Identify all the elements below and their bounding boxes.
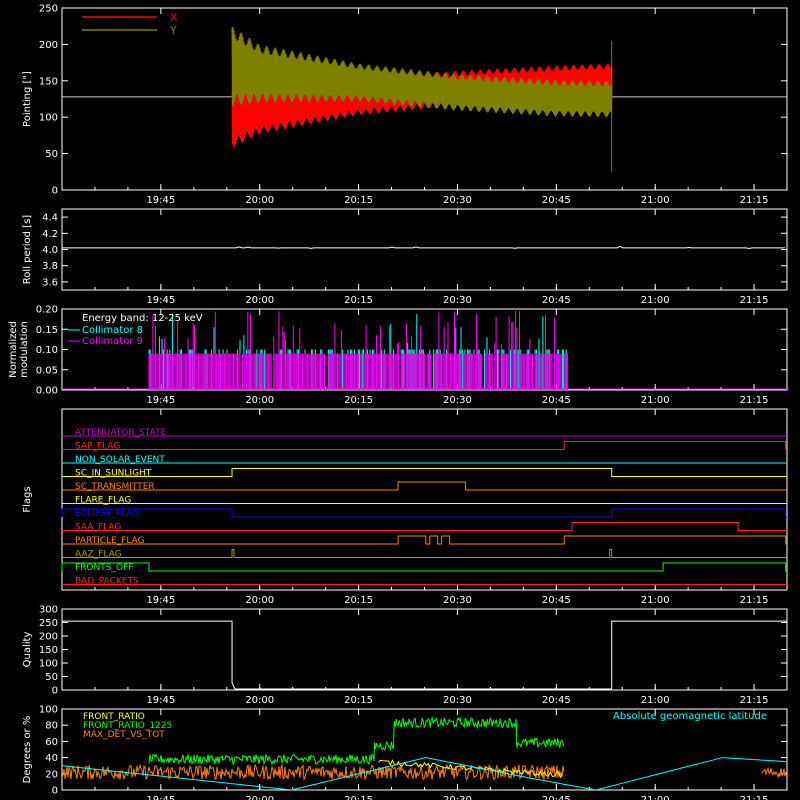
flag-label: SAA_FLAG — [75, 523, 121, 533]
flag-label: AAZ_FLAG — [75, 550, 122, 560]
x-tick-label: 19:45 — [146, 395, 175, 406]
y-axis-label: Pointing ["] — [22, 71, 33, 127]
y-tick-label: 0.05 — [36, 365, 58, 376]
energy-band-label: Energy band: 12-25 keV — [82, 313, 203, 324]
y-tick-label: 0.20 — [36, 305, 58, 316]
x-tick-label: 20:00 — [245, 795, 274, 800]
x-tick-label: 20:45 — [542, 695, 571, 706]
flag-label: SC_IN_SUNLIGHT — [75, 469, 152, 479]
flag-label: FRONTS_OFF — [75, 563, 133, 573]
y-tick-label: 4.0 — [42, 245, 58, 256]
y-tick-label: 50 — [45, 149, 58, 160]
y-axis-label: Normalized — [8, 321, 19, 378]
y-tick-label: 250 — [39, 4, 58, 15]
y-tick-label: 100 — [39, 113, 58, 124]
x-tick-label: 20:45 — [542, 595, 571, 606]
flag-label: FLARE_FLAG — [75, 496, 131, 506]
y-tick-label: 60 — [45, 737, 58, 748]
x-tick-label: 20:30 — [443, 695, 472, 706]
figure-background — [0, 0, 800, 800]
legend-label: X — [170, 11, 178, 24]
x-tick-label: 20:45 — [542, 295, 571, 306]
legend-label: Y — [169, 24, 177, 37]
y-tick-label: 300 — [39, 605, 58, 616]
y-tick-label: 250 — [39, 618, 58, 629]
x-tick-label: 20:45 — [542, 395, 571, 406]
latitude-annotation: Absolute geomagnetic latitude — [613, 711, 767, 722]
flag-label: SAP_FLAG — [75, 442, 120, 452]
x-tick-label: 20:00 — [245, 195, 274, 206]
y-axis-label: Quality — [22, 632, 33, 668]
x-tick-label: 20:30 — [443, 395, 472, 406]
x-tick-label: 21:15 — [740, 695, 769, 706]
x-tick-label: 19:45 — [146, 795, 175, 800]
x-tick-label: 19:45 — [146, 595, 175, 606]
legend-label: Collimator 8 — [82, 325, 143, 336]
legend-label: MAX_DET_VS_TOT — [83, 730, 165, 740]
legend-label: Collimator 9 — [82, 336, 143, 347]
y-tick-label: 4.2 — [42, 229, 58, 240]
y-tick-label: 200 — [39, 40, 58, 51]
y-tick-label: 20 — [45, 769, 58, 780]
x-tick-label: 21:00 — [641, 395, 670, 406]
y-tick-label: 150 — [39, 645, 58, 656]
x-tick-label: 19:45 — [146, 695, 175, 706]
x-tick-label: 20:30 — [443, 295, 472, 306]
y-tick-label: 3.6 — [42, 277, 58, 288]
y-tick-label: 0.00 — [36, 386, 58, 397]
x-tick-label: 21:15 — [740, 795, 769, 800]
y-tick-label: 3.8 — [42, 261, 58, 272]
y-tick-label: 40 — [45, 753, 58, 764]
x-tick-label: 21:00 — [641, 195, 670, 206]
flag-label: NON_SOLAR_EVENT — [75, 455, 165, 465]
x-tick-label: 21:15 — [740, 595, 769, 606]
y-axis-label: Degrees or % — [22, 716, 33, 784]
x-tick-label: 21:15 — [740, 295, 769, 306]
x-tick-label: 20:15 — [344, 595, 373, 606]
y-tick-label: 100 — [39, 705, 58, 716]
x-tick-label: 20:30 — [443, 195, 472, 206]
x-tick-label: 20:45 — [542, 795, 571, 800]
x-tick-label: 19:45 — [146, 295, 175, 306]
flag-label: BAD_PACKETS — [75, 577, 139, 587]
x-tick-label: 19:45 — [146, 195, 175, 206]
figure: 19:45 20:00 20:15 20:30 20:45 21:00 21:15 0 50 10… — [0, 0, 800, 800]
x-tick-label: 20:15 — [344, 795, 373, 800]
y-tick-label: 0 — [52, 686, 58, 697]
y-tick-label: 80 — [45, 721, 58, 732]
y-axis-label: modulation — [19, 321, 30, 378]
x-tick-label: 20:00 — [245, 395, 274, 406]
y-tick-label: 100 — [39, 659, 58, 670]
x-tick-label: 20:00 — [245, 595, 274, 606]
x-tick-label: 20:15 — [344, 195, 373, 206]
flag-label: SC_TRANSMITTER — [75, 482, 155, 492]
x-tick-label: 20:00 — [245, 295, 274, 306]
x-tick-label: 21:00 — [641, 795, 670, 800]
flag-label: PARTICLE_FLAG — [75, 536, 145, 546]
x-tick-label: 21:00 — [641, 695, 670, 706]
y-tick-label: 0 — [52, 186, 58, 197]
x-tick-label: 20:45 — [542, 195, 571, 206]
x-tick-label: 21:15 — [740, 395, 769, 406]
y-tick-label: 0.15 — [36, 325, 58, 336]
x-tick-label: 20:15 — [344, 695, 373, 706]
x-tick-label: 20:30 — [443, 795, 472, 800]
y-tick-label: 50 — [45, 672, 58, 683]
y-axis-label: Roll period [s] — [22, 215, 33, 284]
y-axis-label: Flags — [22, 486, 33, 512]
y-tick-label: 200 — [39, 632, 58, 643]
y-tick-label: 0.10 — [36, 345, 58, 356]
flag-label: ECLIPSE_FLAG — [75, 509, 139, 519]
y-tick-label: 4.4 — [42, 213, 58, 224]
x-tick-label: 21:00 — [641, 595, 670, 606]
x-tick-label: 21:00 — [641, 295, 670, 306]
x-tick-label: 20:00 — [245, 695, 274, 706]
x-tick-label: 21:15 — [740, 195, 769, 206]
y-tick-label: 150 — [39, 76, 58, 87]
x-tick-label: 20:30 — [443, 595, 472, 606]
x-tick-label: 20:15 — [344, 295, 373, 306]
x-tick-label: 20:15 — [344, 395, 373, 406]
y-tick-label: 0 — [52, 786, 58, 797]
flag-label: ATTENUATOR_STATE — [75, 428, 167, 438]
